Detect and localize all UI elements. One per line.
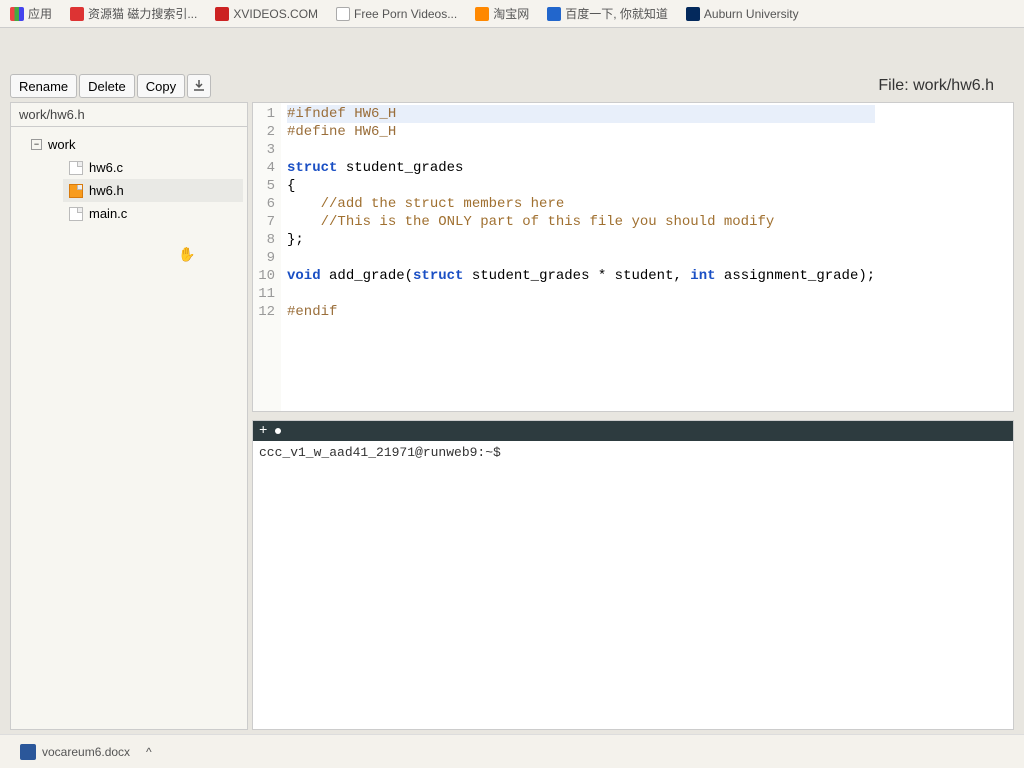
- tree-folder[interactable]: − work: [25, 133, 243, 156]
- collapse-icon[interactable]: −: [31, 139, 42, 150]
- favicon-icon: [336, 7, 350, 21]
- bookmark-item[interactable]: 淘宝网: [475, 5, 529, 22]
- download-button[interactable]: [187, 74, 211, 98]
- rename-button[interactable]: Rename: [10, 74, 77, 98]
- terminal-tab-indicator[interactable]: [275, 428, 281, 434]
- apps-icon: [10, 7, 24, 21]
- favicon-icon: [547, 7, 561, 21]
- toolbar: Rename Delete Copy File: work/hw6.h: [10, 72, 1014, 100]
- terminal-tabbar: +: [253, 421, 1013, 441]
- terminal-prompt: ccc_v1_w_aad41_21971@runweb9:~$: [259, 445, 501, 460]
- os-taskbar: vocareum6.docx ^: [0, 734, 1024, 768]
- file-icon: [69, 184, 83, 198]
- terminal-body[interactable]: ccc_v1_w_aad41_21971@runweb9:~$: [253, 441, 1013, 464]
- bookmark-item[interactable]: Free Porn Videos...: [336, 7, 457, 21]
- bookmark-item[interactable]: Auburn University: [686, 7, 799, 21]
- favicon-icon: [70, 7, 84, 21]
- favicon-icon: [475, 7, 489, 21]
- ide-container: Rename Delete Copy File: work/hw6.h work…: [10, 72, 1014, 730]
- favicon-icon: [215, 7, 229, 21]
- delete-button[interactable]: Delete: [79, 74, 135, 98]
- download-icon: [192, 79, 206, 93]
- taskbar-doc-item[interactable]: vocareum6.docx: [20, 744, 130, 760]
- favicon-icon: [686, 7, 700, 21]
- file-icon: [69, 161, 83, 175]
- sidebar-header: work/hw6.h: [11, 103, 247, 127]
- terminal-panel: + ccc_v1_w_aad41_21971@runweb9:~$: [252, 420, 1014, 730]
- bookmark-item[interactable]: 资源猫 磁力搜索引...: [70, 5, 197, 22]
- line-number-gutter: 123456789101112: [253, 103, 281, 411]
- word-doc-icon: [20, 744, 36, 760]
- code-editor[interactable]: 123456789101112 #ifndef HW6_H#define HW6…: [252, 102, 1014, 412]
- current-file-label: File: work/hw6.h: [878, 77, 1014, 95]
- bookmark-item[interactable]: XVIDEOS.COM: [215, 7, 318, 21]
- code-content[interactable]: #ifndef HW6_H#define HW6_H struct studen…: [281, 103, 881, 411]
- copy-button[interactable]: Copy: [137, 74, 185, 98]
- tree-file-hw6c[interactable]: hw6.c: [63, 156, 243, 179]
- terminal-add-button[interactable]: +: [259, 423, 267, 439]
- file-icon: [69, 207, 83, 221]
- bookmarks-bar: 应用 资源猫 磁力搜索引... XVIDEOS.COM Free Porn Vi…: [0, 0, 1024, 28]
- tree-file-hw6h[interactable]: hw6.h: [63, 179, 243, 202]
- bookmark-item[interactable]: 百度一下, 你就知道: [547, 5, 668, 22]
- bookmark-apps[interactable]: 应用: [10, 5, 52, 22]
- taskbar-expand-icon[interactable]: ^: [146, 745, 152, 759]
- file-tree-sidebar: work/hw6.h − work hw6.c hw6.h main.c: [10, 102, 248, 730]
- tree-file-mainc[interactable]: main.c: [63, 202, 243, 225]
